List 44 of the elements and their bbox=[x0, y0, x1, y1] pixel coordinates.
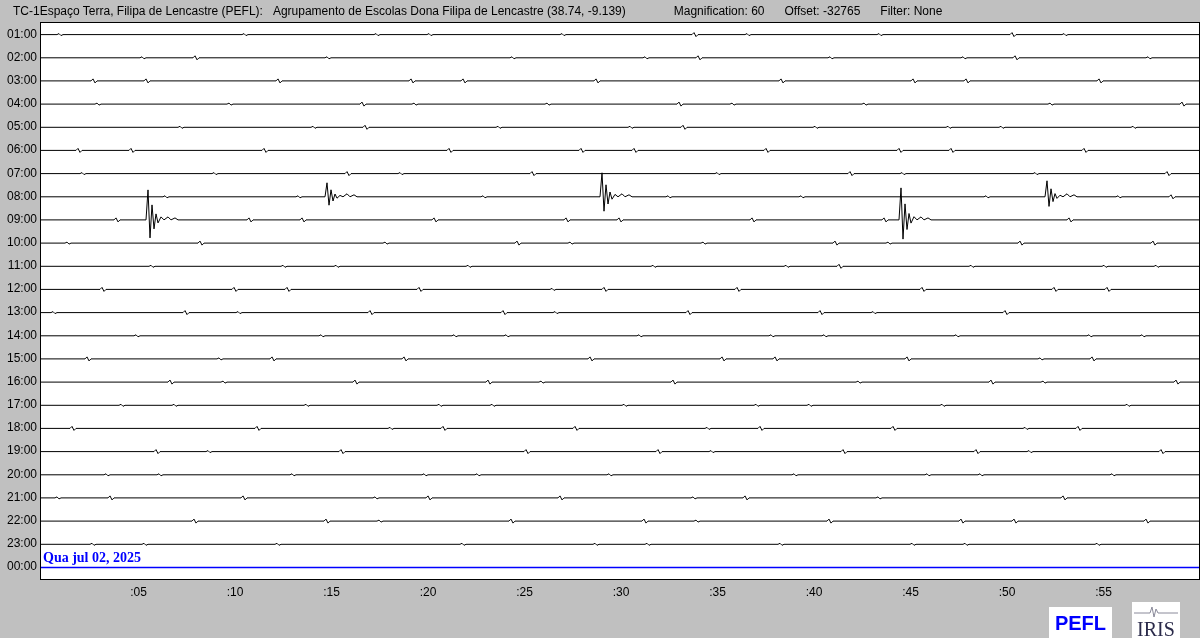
minute-label: :15 bbox=[323, 585, 340, 599]
hour-label: 19:00 bbox=[6, 443, 37, 458]
hour-label: 18:00 bbox=[6, 420, 37, 435]
date-label: Qua jul 02, 2025 bbox=[43, 551, 141, 565]
hour-label: 01:00 bbox=[6, 26, 37, 41]
hour-label: 09:00 bbox=[6, 211, 37, 226]
hour-label: 13:00 bbox=[6, 304, 37, 319]
hour-label: 22:00 bbox=[6, 512, 37, 527]
hour-label: 20:00 bbox=[6, 466, 37, 481]
site-name: Agrupamento de Escolas Dona Filipa de Lencastre (38.74, -9.139) bbox=[272, 3, 626, 18]
minute-label: :10 bbox=[226, 585, 244, 599]
hour-label: 21:00 bbox=[6, 489, 37, 504]
minute-label: :05 bbox=[130, 585, 147, 599]
hour-label: 12:00 bbox=[6, 281, 37, 296]
minute-label: :50 bbox=[998, 585, 1016, 599]
hour-label: 03:00 bbox=[6, 72, 37, 87]
hour-label: 14:00 bbox=[6, 327, 37, 342]
hour-label: 16:00 bbox=[6, 373, 37, 388]
minute-label: :25 bbox=[516, 585, 533, 599]
wave-icon bbox=[1134, 605, 1178, 619]
hour-label: 02:00 bbox=[6, 49, 37, 64]
station-title: TC-1Espaço Terra, Filipa de Lencastre (PEFL): bbox=[13, 3, 263, 18]
hour-label: 00:00 bbox=[6, 559, 37, 574]
hour-label: 08:00 bbox=[6, 188, 37, 203]
minute-label: :20 bbox=[419, 585, 437, 599]
minute-label: :45 bbox=[902, 585, 919, 599]
hour-label: 11:00 bbox=[7, 258, 37, 273]
minute-label: :40 bbox=[805, 585, 823, 599]
hour-label: 07:00 bbox=[6, 165, 37, 180]
hour-label: 15:00 bbox=[6, 350, 37, 365]
minute-label: :55 bbox=[1095, 585, 1112, 599]
offset-label: Offset: -32765 bbox=[784, 3, 861, 18]
minute-label: :35 bbox=[709, 585, 726, 599]
hour-label: 10:00 bbox=[6, 235, 37, 249]
hour-label: 17:00 bbox=[6, 397, 37, 412]
hour-label: 06:00 bbox=[6, 142, 37, 157]
minute-label: :30 bbox=[612, 585, 630, 599]
hour-label: 04:00 bbox=[6, 96, 37, 111]
magnification-label: Magnification: 60 bbox=[673, 3, 765, 18]
hour-label: 23:00 bbox=[6, 536, 37, 550]
station-logo: PEFL bbox=[1048, 606, 1112, 638]
hour-label: 05:00 bbox=[6, 119, 37, 134]
network-logo: IRIS bbox=[1132, 602, 1180, 638]
filter-label: Filter: None bbox=[880, 3, 943, 18]
